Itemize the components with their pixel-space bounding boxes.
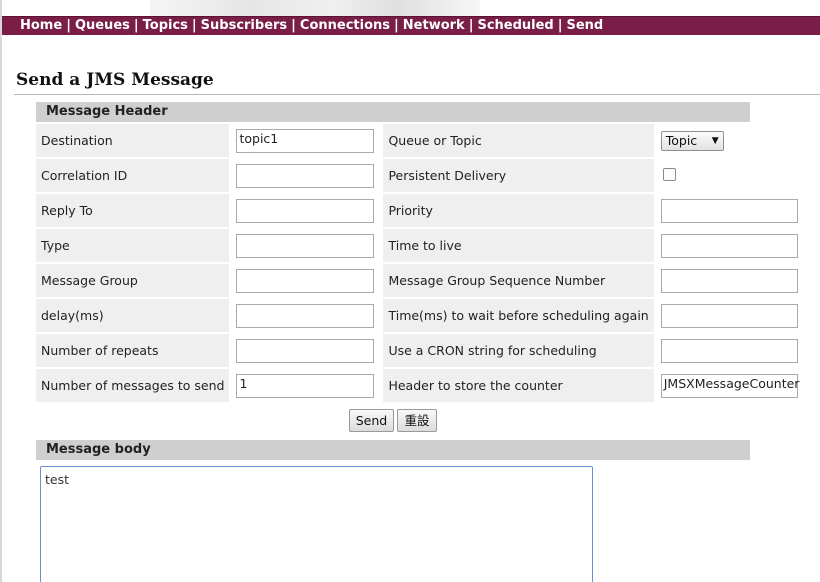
message-group-sequence-input[interactable] xyxy=(660,268,798,293)
queue-or-topic-value: Topic xyxy=(665,132,698,148)
nav-separator: | xyxy=(557,18,563,33)
message-group-sequence-label: Message Group Sequence Number xyxy=(383,264,654,297)
counter-header-label: Header to store the counter xyxy=(383,369,654,402)
top-nav-bar: Home | Queues | Topics | Subscribers | Connectio… xyxy=(2,16,820,35)
type-input[interactable] xyxy=(236,233,375,258)
priority-input[interactable] xyxy=(660,198,798,223)
nav-separator: | xyxy=(291,18,296,33)
destination-label: Destination xyxy=(36,124,230,157)
nav-scheduled[interactable]: Scheduled xyxy=(477,18,553,33)
page: Home | Queues | Topics | Subscribers | Connectio… xyxy=(0,0,820,582)
banner-decoration xyxy=(150,0,480,16)
header-row: Correlation ID Persistent Delivery xyxy=(36,159,803,192)
messages-to-send-input[interactable]: 1 xyxy=(236,373,375,398)
nav-connections[interactable]: Connections xyxy=(300,18,390,33)
persistent-delivery-label: Persistent Delivery xyxy=(383,159,654,192)
counter-header-input[interactable]: JMSXMessageCounter xyxy=(660,373,799,398)
nav-queues[interactable]: Queues xyxy=(75,18,130,33)
nav-separator: | xyxy=(66,18,71,33)
message-body-title: Message body xyxy=(36,440,750,460)
send-button[interactable]: Send xyxy=(349,409,394,432)
nav-separator: | xyxy=(468,18,474,33)
nav-separator: | xyxy=(191,18,197,33)
messages-to-send-label: Number of messages to send xyxy=(36,369,230,402)
priority-label: Priority xyxy=(383,194,654,227)
nav-topics[interactable]: Topics xyxy=(143,18,188,33)
message-body-textarea[interactable]: test xyxy=(40,466,593,582)
message-header-title: Message Header xyxy=(36,102,750,122)
nav-separator: | xyxy=(394,18,399,33)
nav-home[interactable]: Home xyxy=(20,18,62,33)
schedule-period-input[interactable] xyxy=(660,303,798,328)
left-border xyxy=(0,0,2,582)
delay-input[interactable] xyxy=(236,303,375,328)
schedule-period-label: Time(ms) to wait before scheduling again xyxy=(383,299,654,332)
header-row: Number of messages to send 1 Header to s… xyxy=(36,369,803,402)
message-group-label: Message Group xyxy=(36,264,230,297)
message-group-input[interactable] xyxy=(236,268,375,293)
header-row: Type Time to live xyxy=(36,229,803,262)
nav-send[interactable]: Send xyxy=(566,18,603,33)
nav-separator: | xyxy=(133,18,139,33)
title-divider xyxy=(14,94,820,95)
reset-button[interactable]: 重設 xyxy=(397,409,437,432)
reply-to-input[interactable] xyxy=(236,198,375,223)
time-to-live-input[interactable] xyxy=(660,233,798,258)
queue-or-topic-select[interactable]: Topic ▼ xyxy=(660,130,724,151)
correlation-id-input[interactable] xyxy=(236,163,375,188)
type-label: Type xyxy=(36,229,230,262)
dropdown-arrow-icon: ▼ xyxy=(711,135,719,146)
number-of-repeats-label: Number of repeats xyxy=(36,334,230,367)
message-header-form: Destination topic1 Queue or Topic Topic ▼… xyxy=(34,122,805,404)
nav-subscribers[interactable]: Subscribers xyxy=(201,18,288,33)
delay-label: delay(ms) xyxy=(36,299,230,332)
correlation-id-label: Correlation ID xyxy=(36,159,230,192)
cron-string-input[interactable] xyxy=(660,338,798,363)
header-row: Destination topic1 Queue or Topic Topic ▼ xyxy=(36,124,803,157)
destination-input[interactable]: topic1 xyxy=(236,128,375,153)
cron-string-label: Use a CRON string for scheduling xyxy=(383,334,654,367)
time-to-live-label: Time to live xyxy=(383,229,654,262)
queue-or-topic-label: Queue or Topic xyxy=(383,124,654,157)
reply-to-label: Reply To xyxy=(36,194,230,227)
number-of-repeats-input[interactable] xyxy=(236,338,375,363)
persistent-delivery-checkbox[interactable] xyxy=(662,167,676,181)
header-row: Message Group Message Group Sequence Num… xyxy=(36,264,803,297)
nav-network[interactable]: Network xyxy=(403,18,465,33)
header-row: delay(ms) Time(ms) to wait before schedu… xyxy=(36,299,803,332)
header-row: Number of repeats Use a CRON string for … xyxy=(36,334,803,367)
page-title: Send a JMS Message xyxy=(16,70,214,90)
header-row: Reply To Priority xyxy=(36,194,803,227)
